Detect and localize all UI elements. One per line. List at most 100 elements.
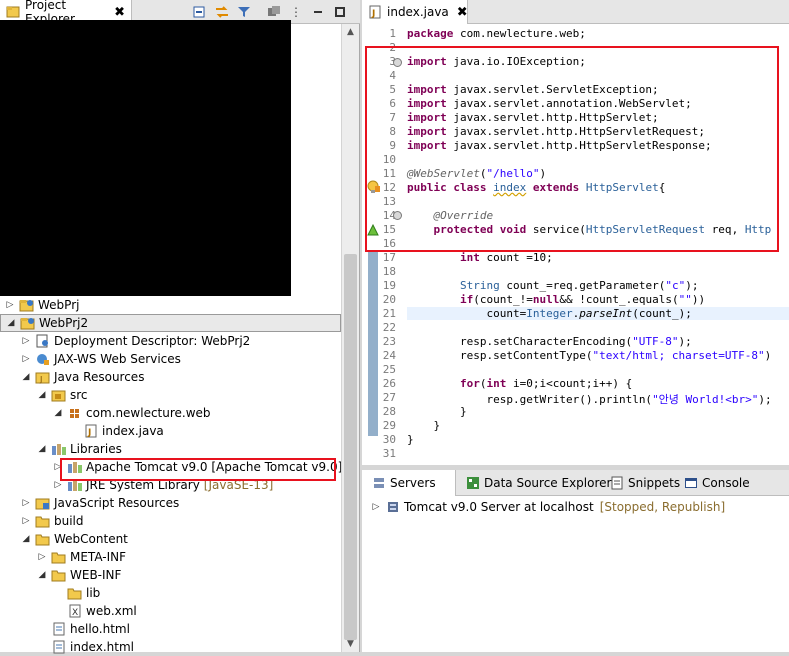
collapse-arrow-icon[interactable]: ◢	[20, 534, 32, 544]
code-line-7[interactable]: import javax.servlet.http.HttpServlet;	[407, 111, 659, 124]
code-line-24[interactable]: resp.setContentType("text/html; charset=…	[407, 349, 771, 362]
collapse-arrow-icon[interactable]: ◢	[36, 390, 48, 400]
tree-item[interactable]: ◢ Libraries	[0, 440, 341, 458]
focus-icon[interactable]	[266, 4, 282, 20]
code-line-17[interactable]: int count =10;	[407, 251, 553, 264]
code-line-5[interactable]: import javax.servlet.ServletException;	[407, 83, 659, 96]
tree-item[interactable]: ▷ Apache Tomcat v9.0 [Apache Tomcat v9.0]	[0, 458, 343, 476]
link-with-editor-icon[interactable]	[214, 4, 230, 20]
scrollbar-thumb[interactable]	[344, 254, 357, 640]
tree-item-label: META-INF	[70, 550, 127, 564]
tree-item[interactable]: ▷ Deployment Descriptor: WebPrj2	[0, 332, 341, 350]
code-line-29[interactable]: }	[407, 419, 440, 432]
tree-item[interactable]: ▷ JRE System Library [JavaSE-13]	[0, 476, 341, 494]
code-line-1[interactable]: package com.newlecture.web;	[407, 27, 586, 40]
tree-item[interactable]: ◢ src	[0, 386, 341, 404]
scroll-down-icon[interactable]: ▼	[342, 636, 359, 652]
collapse-arrow-icon[interactable]: ◢	[52, 408, 64, 418]
code-line-19[interactable]: String count_=req.getParameter("c");	[407, 279, 698, 292]
tab-console[interactable]: Console	[674, 470, 756, 496]
line-number: 20	[382, 293, 396, 306]
project-explorer-panel: Project Explorer ✖ ⋮ ▷ WebPrj ◢ WebPrj2 ▷ Dep…	[0, 0, 360, 654]
expand-arrow-icon[interactable]: ▷	[20, 516, 32, 526]
expand-arrow-icon[interactable]: ▷	[370, 502, 382, 512]
override-icon	[367, 223, 379, 236]
folder-icon	[51, 568, 67, 582]
scroll-up-icon[interactable]: ▲	[342, 24, 359, 40]
tree-item[interactable]: ◢ com.newlecture.web	[0, 404, 341, 422]
tree-item[interactable]: ◢ WEB-INF	[0, 566, 341, 584]
view-menu-icon[interactable]: ⋮	[288, 4, 304, 20]
tree-item[interactable]: ▷ build	[0, 512, 341, 530]
svg-text:J: J	[87, 428, 91, 438]
tree-item[interactable]: index.html	[0, 638, 341, 656]
code-line-26[interactable]: for(int i=0;i<count;i++) {	[407, 377, 632, 390]
server-name: Tomcat v9.0 Server at localhost	[404, 500, 594, 514]
code-line-11[interactable]: @WebServlet("/hello")	[407, 167, 546, 180]
vertical-scrollbar[interactable]: ▲ ▼	[341, 24, 359, 652]
expand-arrow-icon[interactable]: ▷	[20, 498, 32, 508]
filter-icon[interactable]	[236, 4, 252, 20]
line-number: 7	[389, 111, 396, 124]
tree-item[interactable]: ◢ WebContent	[0, 530, 341, 548]
code-line-9[interactable]: import javax.servlet.http.HttpServletRes…	[407, 139, 712, 152]
data-source-icon	[465, 476, 481, 490]
java-resources-icon: J	[35, 370, 51, 384]
code-line-12[interactable]: public class index extends HttpServlet{	[407, 181, 665, 194]
fold-icon[interactable]	[393, 211, 402, 220]
tree-item[interactable]: lib	[0, 584, 341, 602]
tree-item[interactable]: ◢ WebPrj2	[0, 314, 341, 332]
code-line-21[interactable]: count=Integer.parseInt(count_);	[407, 307, 789, 320]
fold-icon[interactable]	[393, 58, 402, 67]
minimize-icon[interactable]	[310, 4, 326, 20]
tree-item[interactable]: ▷ META-INF	[0, 548, 341, 566]
tree-item-label: Apache Tomcat v9.0 [Apache Tomcat v9.0]	[86, 460, 343, 474]
collapse-all-icon[interactable]	[192, 4, 208, 20]
pane-divider[interactable]	[362, 465, 789, 469]
tree-item[interactable]: ▷ JavaScript Resources	[0, 494, 341, 512]
tree-item[interactable]: Jindex.java	[0, 422, 341, 440]
tree-item[interactable]: ▷ JAX-WS Web Services	[0, 350, 341, 368]
collapse-arrow-icon[interactable]: ◢	[36, 444, 48, 454]
warning-lightbulb-icon[interactable]	[367, 180, 381, 194]
line-number: 6	[389, 97, 396, 110]
code-line-14[interactable]: @Override	[407, 209, 493, 222]
server-row[interactable]: ▷ Tomcat v9.0 Server at localhost [Stopp…	[370, 500, 726, 514]
tree-item[interactable]: ◢ J Java Resources	[0, 368, 341, 386]
tree-item[interactable]: hello.html	[0, 620, 341, 638]
line-number: 4	[389, 69, 396, 82]
tab-index-java[interactable]: J index.java ✖	[362, 0, 468, 24]
tab-data-source-explorer[interactable]: Data Source Explorer	[456, 470, 617, 496]
close-icon[interactable]: ✖	[114, 5, 125, 20]
expand-arrow-icon[interactable]: ▷	[20, 336, 32, 346]
code-line-30[interactable]: }	[407, 433, 414, 446]
expand-arrow-icon[interactable]: ▷	[52, 462, 64, 472]
code-line-28[interactable]: }	[407, 405, 467, 418]
html-file-icon	[51, 622, 67, 636]
collapse-arrow-icon[interactable]: ◢	[5, 318, 17, 328]
expand-arrow-icon[interactable]: ▷	[36, 552, 48, 562]
servers-panel: Servers Data Source Explorer Snippets Co…	[362, 470, 789, 652]
code-line-6[interactable]: import javax.servlet.annotation.WebServl…	[407, 97, 692, 110]
code-line-3[interactable]: import java.io.IOException;	[407, 55, 586, 68]
maximize-icon[interactable]	[332, 4, 348, 20]
collapse-arrow-icon[interactable]: ◢	[20, 372, 32, 382]
line-number: 23	[382, 335, 396, 348]
code-line-15[interactable]: protected void service(HttpServletReques…	[407, 223, 772, 236]
tree-item[interactable]: ▷ WebPrj	[0, 296, 341, 314]
tree-item-label: hello.html	[70, 622, 130, 636]
tab-servers[interactable]: Servers	[362, 470, 456, 496]
line-number: 22	[382, 321, 396, 334]
tree-item-label: lib	[86, 586, 101, 600]
expand-arrow-icon[interactable]: ▷	[52, 480, 64, 490]
close-icon[interactable]: ✖	[457, 5, 468, 20]
svg-text:X: X	[72, 608, 78, 618]
tree-item[interactable]: Xweb.xml	[0, 602, 341, 620]
collapse-arrow-icon[interactable]: ◢	[36, 570, 48, 580]
expand-arrow-icon[interactable]: ▷	[20, 354, 32, 364]
expand-arrow-icon[interactable]: ▷	[4, 300, 16, 310]
code-line-20[interactable]: if(count_!=null&& !count_.equals(""))	[407, 293, 705, 306]
tab-label: Console	[702, 476, 750, 490]
code-line-23[interactable]: resp.setCharacterEncoding("UTF-8");	[407, 335, 692, 348]
code-line-8[interactable]: import javax.servlet.http.HttpServletReq…	[407, 125, 705, 138]
